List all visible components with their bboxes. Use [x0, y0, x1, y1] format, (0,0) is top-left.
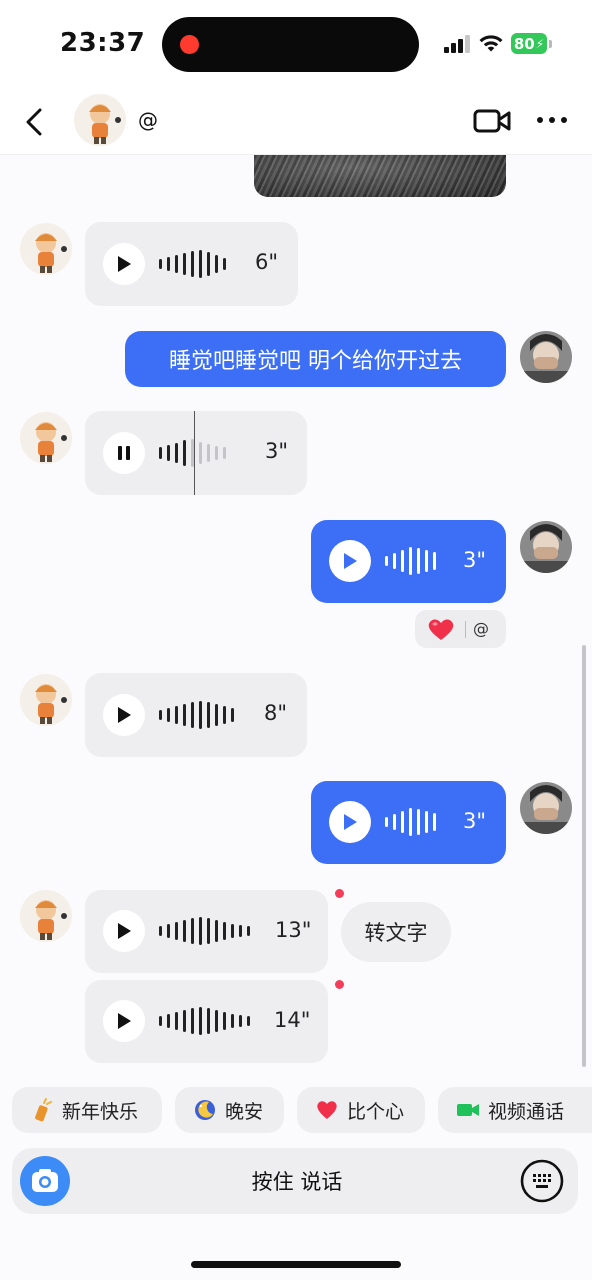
voice-duration: 3"	[463, 809, 487, 833]
contact-avatar[interactable]	[74, 94, 126, 146]
battery-level: 80	[513, 34, 535, 53]
status-bar: 23:37 80 ⚡	[0, 0, 592, 90]
quick-reply-label: 比个心	[347, 1100, 405, 1123]
quick-reply-good-night[interactable]: 晚安	[175, 1087, 284, 1133]
camera-button[interactable]	[20, 1156, 70, 1206]
quick-replies: 新年快乐 晚安 比个心 视频通话	[0, 1087, 592, 1135]
input-bar: 按住 说话	[12, 1148, 578, 1214]
waveform	[159, 700, 239, 730]
chat-header: @	[0, 90, 592, 155]
unread-dot	[335, 889, 344, 898]
voice-message[interactable]: 8"	[85, 673, 307, 757]
moon-icon	[195, 1100, 215, 1120]
video-camera-icon[interactable]	[472, 106, 512, 136]
waveform	[159, 916, 255, 946]
dynamic-island	[162, 17, 419, 72]
play-icon[interactable]	[103, 243, 145, 285]
contact-name[interactable]: @	[138, 108, 158, 132]
firecracker-icon	[35, 1098, 52, 1122]
voice-duration: 8"	[264, 701, 288, 725]
message-list[interactable]: 6" 睡觉吧睡觉吧 明个给你开过去 3" 3" @ 8" 3" 13" 转文字 …	[0, 155, 592, 1080]
voice-duration: 6"	[255, 250, 279, 274]
voice-message[interactable]: 13"	[85, 890, 328, 973]
signal-icon	[444, 35, 470, 53]
battery-charging-icon: 80 ⚡	[511, 33, 547, 54]
playback-cursor	[194, 411, 195, 495]
waveform	[159, 249, 231, 279]
waveform	[159, 1006, 255, 1036]
voice-message[interactable]: 14"	[85, 980, 328, 1063]
convert-to-text-button[interactable]: 转文字	[341, 902, 451, 962]
hold-to-talk-button[interactable]: 按住 说话	[212, 1166, 382, 1196]
my-avatar[interactable]	[520, 521, 572, 573]
waveform	[385, 807, 441, 837]
sender-avatar[interactable]	[20, 223, 72, 275]
reaction-user: @	[473, 619, 489, 638]
waveform	[159, 438, 231, 468]
chat-screen: 23:37 80 ⚡ @ 6" 睡觉吧睡觉吧 明个给你开过去 3" 3" @ 8…	[0, 0, 592, 1280]
voice-duration: 3"	[463, 548, 487, 572]
camera-icon	[32, 1169, 58, 1192]
voice-duration: 13"	[275, 918, 312, 942]
text-message[interactable]: 睡觉吧睡觉吧 明个给你开过去	[125, 331, 506, 387]
voice-message[interactable]: 3"	[311, 520, 506, 603]
quick-reply-label: 晚安	[225, 1100, 264, 1123]
video-call-icon	[457, 1104, 479, 1116]
quick-reply-heart[interactable]: 比个心	[297, 1087, 425, 1133]
voice-message[interactable]: 6"	[85, 222, 298, 306]
heart-icon	[428, 619, 454, 640]
home-indicator[interactable]	[191, 1261, 401, 1268]
play-icon[interactable]	[103, 910, 145, 952]
sender-avatar[interactable]	[20, 890, 72, 942]
scrollbar[interactable]	[582, 645, 586, 1067]
more-dots-icon[interactable]	[535, 110, 569, 130]
sender-avatar[interactable]	[20, 674, 72, 726]
waveform	[385, 546, 441, 576]
voice-message-playing[interactable]: 3"	[85, 411, 307, 495]
recording-indicator-icon	[180, 35, 199, 54]
unread-dot	[335, 980, 344, 989]
voice-duration: 14"	[274, 1008, 311, 1032]
voice-message[interactable]: 3"	[311, 781, 506, 864]
back-arrow-icon[interactable]	[18, 102, 54, 142]
quick-reply-new-year[interactable]: 新年快乐	[12, 1087, 162, 1133]
my-avatar[interactable]	[520, 782, 572, 834]
status-time: 23:37	[60, 28, 146, 58]
keyboard-icon[interactable]	[519, 1158, 565, 1204]
my-avatar[interactable]	[520, 331, 572, 383]
quick-reply-video-call[interactable]: 视频通话	[438, 1087, 592, 1133]
play-icon[interactable]	[103, 1000, 145, 1042]
heart-icon	[317, 1101, 337, 1119]
play-icon[interactable]	[329, 540, 371, 582]
play-icon[interactable]	[329, 801, 371, 843]
image-message[interactable]	[254, 155, 506, 197]
quick-reply-label: 视频通话	[488, 1100, 565, 1123]
play-icon[interactable]	[103, 694, 145, 736]
pause-icon[interactable]	[103, 432, 145, 474]
voice-duration: 3"	[265, 439, 289, 463]
message-reaction[interactable]: @	[415, 610, 506, 648]
sender-avatar[interactable]	[20, 412, 72, 464]
wifi-icon	[479, 35, 503, 52]
quick-reply-label: 新年快乐	[62, 1100, 139, 1123]
